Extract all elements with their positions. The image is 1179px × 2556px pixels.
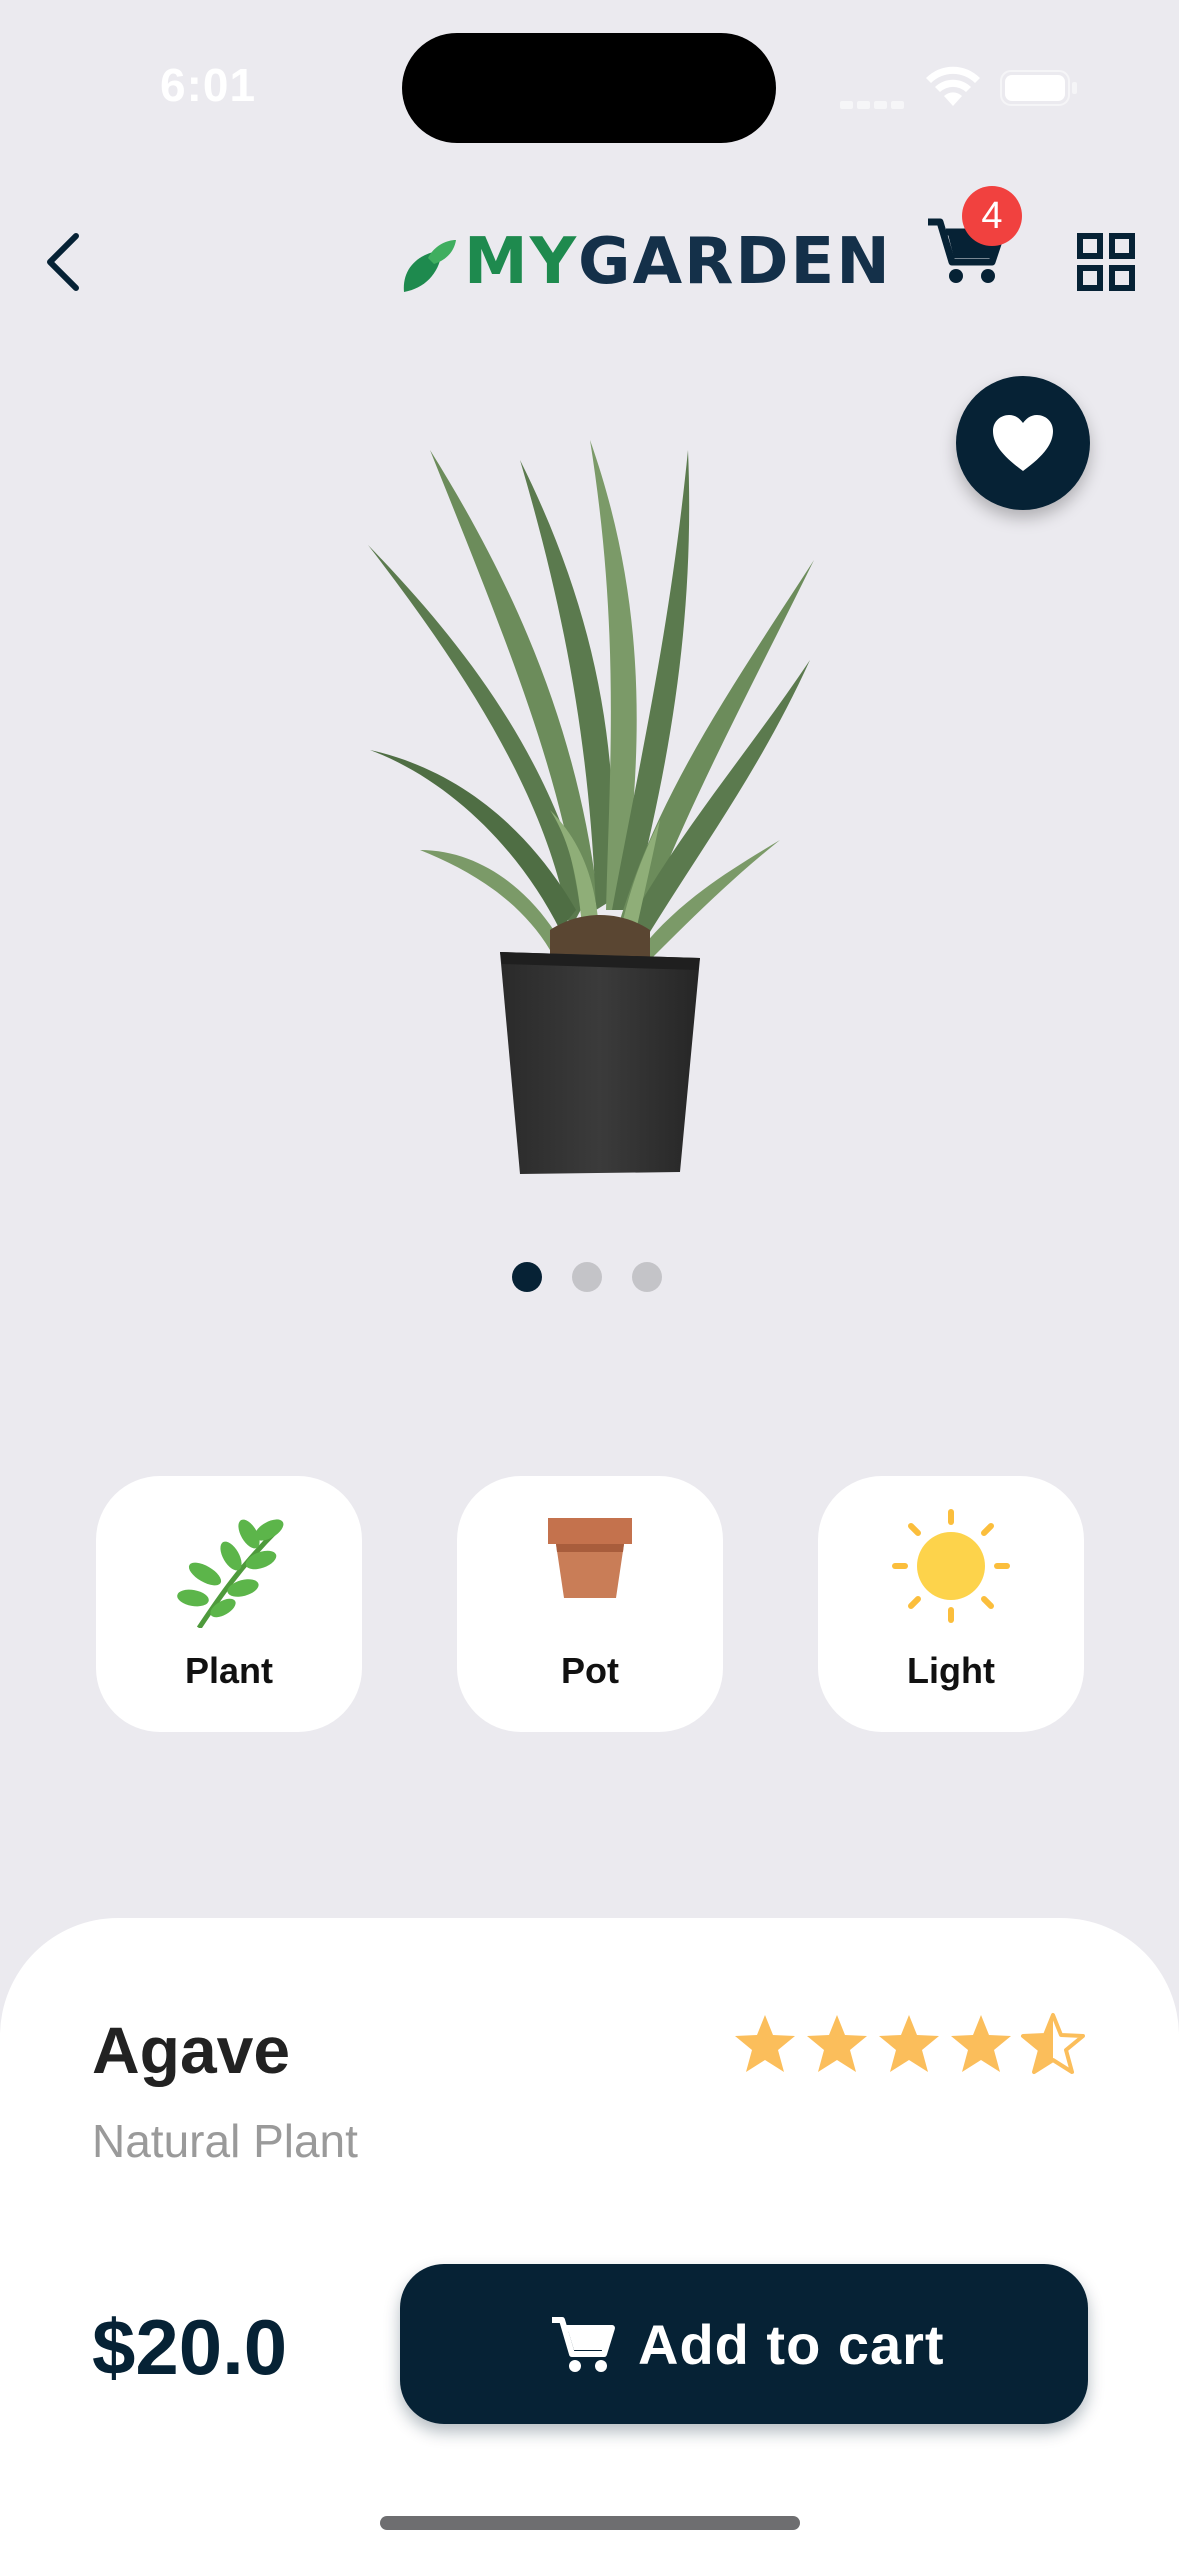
shopping-cart-icon (552, 2317, 615, 2372)
dynamic-island (402, 33, 776, 143)
feature-card-light[interactable]: Light (818, 1476, 1084, 1732)
rating-stars (732, 2012, 1086, 2082)
cart-count-badge: 4 (962, 186, 1022, 246)
battery-icon (1000, 70, 1077, 106)
star-icon (1021, 2013, 1085, 2074)
logo-suffix: GARDEN (578, 225, 892, 299)
chevron-left-icon (47, 233, 79, 291)
favorite-button[interactable] (956, 376, 1090, 510)
grid-view-button[interactable] (1076, 232, 1136, 292)
carousel-dot[interactable] (632, 1262, 662, 1292)
add-to-cart-button[interactable]: Add to cart (400, 2264, 1088, 2424)
sun-icon (892, 1509, 1010, 1623)
grid-icon (1077, 233, 1135, 291)
heart-icon (993, 415, 1053, 471)
product-name: Agave (92, 2013, 291, 2087)
product-type: Natural Plant (92, 2115, 358, 2167)
status-time: 6:01 (160, 59, 257, 111)
star-icon (735, 2015, 795, 2072)
home-indicator[interactable] (380, 2516, 800, 2530)
mygarden-logo: MYGARDEN (392, 222, 890, 304)
feature-card-plant[interactable]: Plant (96, 1476, 362, 1732)
logo-prefix: MY (464, 225, 579, 299)
plant-sprig-icon (177, 1519, 284, 1628)
feature-label: Pot (561, 1650, 619, 1691)
leaf-icon (403, 240, 456, 292)
carousel-dot[interactable] (512, 1262, 542, 1292)
product-price: $20.0 (92, 2303, 288, 2391)
star-icon (807, 2015, 867, 2072)
back-button[interactable] (36, 222, 96, 302)
feature-label: Light (907, 1650, 995, 1691)
status-icons (840, 62, 1080, 112)
add-to-cart-label: Add to cart (638, 2313, 945, 2376)
wifi-icon (926, 66, 980, 106)
star-icon (951, 2015, 1011, 2072)
feature-label: Plant (184, 1650, 273, 1691)
product-detail-screen: 6:01 MYGARDEN 4 Plant Pot Light Agave Na… (0, 0, 1179, 2556)
carousel-dot[interactable] (572, 1262, 602, 1292)
feature-card-pot[interactable]: Pot (457, 1476, 723, 1732)
flower-pot-icon (548, 1518, 632, 1598)
product-image (368, 440, 814, 1174)
carousel-indicator (512, 1262, 672, 1294)
cellular-signal-icon (840, 96, 912, 109)
star-icon (879, 2015, 939, 2072)
